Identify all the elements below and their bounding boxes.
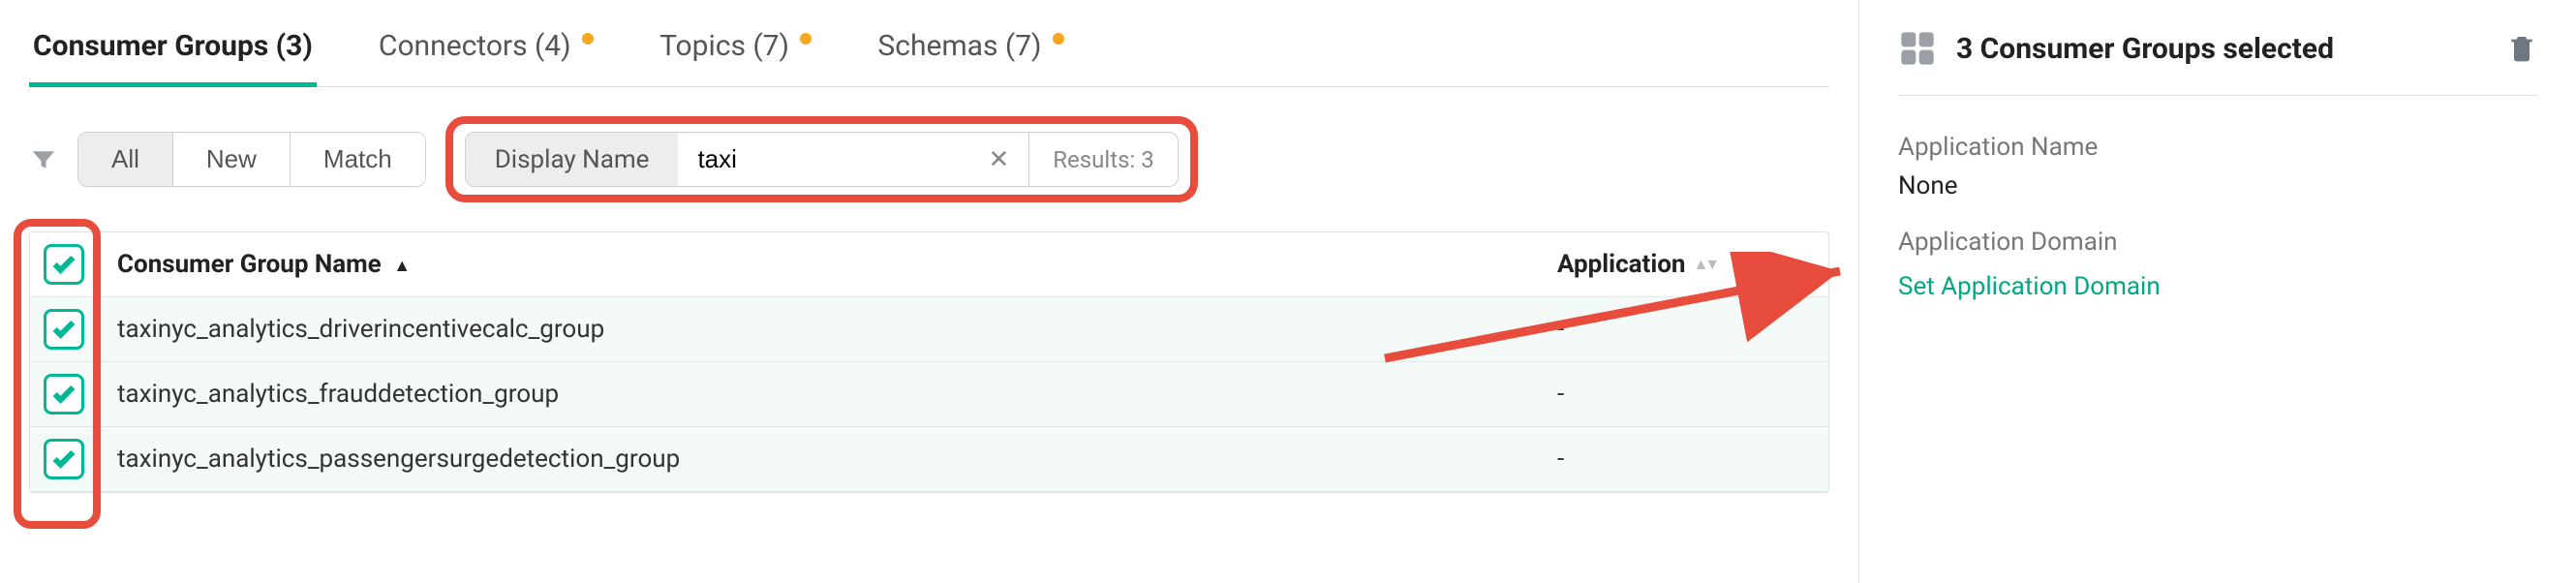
- column-header-application-label: Application: [1557, 250, 1685, 279]
- tab-topics[interactable]: Topics (7): [656, 29, 815, 86]
- row-change-indicator-icon: [29, 445, 30, 474]
- table-row[interactable]: taxinyc_analytics_frauddetection_group -: [30, 362, 1828, 427]
- table-row[interactable]: taxinyc_analytics_driverincentivecalc_gr…: [30, 297, 1828, 362]
- delete-button[interactable]: [2506, 33, 2537, 64]
- table-row[interactable]: taxinyc_analytics_passengersurgedetectio…: [30, 427, 1828, 492]
- check-icon: [50, 381, 77, 408]
- cell-application: -: [1538, 427, 1828, 491]
- row-checkbox[interactable]: [44, 309, 84, 350]
- cell-application: -: [1538, 297, 1828, 361]
- tab-consumer-groups[interactable]: Consumer Groups (3): [29, 29, 317, 87]
- consumer-groups-table: Consumer Group Name ▲ Application ▲▼ tax…: [29, 231, 1829, 493]
- close-icon: ✕: [988, 144, 1009, 173]
- notification-dot-icon: [1053, 33, 1064, 45]
- filter-icon[interactable]: [29, 145, 58, 174]
- search-group: Display Name ✕ Results: 3: [465, 132, 1179, 187]
- column-header-name[interactable]: Consumer Group Name ▲: [98, 232, 1538, 296]
- row-change-indicator-icon: [29, 315, 30, 344]
- tab-label: Consumer Groups (3): [33, 29, 313, 63]
- column-header-name-label: Consumer Group Name: [117, 250, 382, 279]
- tab-label: Schemas (7): [877, 29, 1041, 63]
- filter-segment-group: All New Match: [77, 132, 426, 187]
- notification-dot-icon: [582, 33, 594, 45]
- filter-bar: All New Match Display Name ✕ Results: 3: [29, 87, 1829, 231]
- tabs-bar: Consumer Groups (3) Connectors (4) Topic…: [29, 0, 1829, 87]
- grid-icon: [1898, 29, 1937, 68]
- tab-connectors[interactable]: Connectors (4): [375, 29, 598, 86]
- sidebar-header: 3 Consumer Groups selected: [1898, 29, 2537, 96]
- app-name-value: None: [1898, 171, 2537, 200]
- app-domain-label: Application Domain: [1898, 228, 2537, 257]
- results-count: Results: 3: [1028, 133, 1177, 186]
- sort-asc-icon: ▲: [393, 256, 411, 276]
- sidebar-title: 3 Consumer Groups selected: [1956, 32, 2487, 66]
- search-field-label[interactable]: Display Name: [466, 133, 679, 186]
- check-icon: [50, 316, 77, 343]
- row-checkbox[interactable]: [44, 439, 84, 479]
- row-change-indicator-icon: [29, 380, 30, 409]
- filter-new-button[interactable]: New: [172, 133, 290, 186]
- annotation-highlight-search: Display Name ✕ Results: 3: [445, 116, 1198, 202]
- notification-dot-icon: [800, 33, 812, 45]
- table-header-row: Consumer Group Name ▲ Application ▲▼: [30, 232, 1828, 297]
- tab-label: Topics (7): [659, 29, 789, 63]
- details-sidebar: 3 Consumer Groups selected Application N…: [1859, 0, 2576, 583]
- column-header-application[interactable]: Application ▲▼: [1538, 232, 1828, 296]
- cell-name: taxinyc_analytics_frauddetection_group: [98, 362, 1538, 426]
- row-checkbox[interactable]: [44, 374, 84, 414]
- check-icon: [50, 251, 77, 278]
- tab-label: Connectors (4): [379, 29, 571, 63]
- cell-name: taxinyc_analytics_driverincentivecalc_gr…: [98, 297, 1538, 361]
- search-input[interactable]: [678, 133, 968, 186]
- tab-schemas[interactable]: Schemas (7): [874, 29, 1068, 86]
- filter-match-button[interactable]: Match: [290, 133, 425, 186]
- app-name-label: Application Name: [1898, 133, 2537, 162]
- cell-application: -: [1538, 362, 1828, 426]
- clear-search-button[interactable]: ✕: [968, 133, 1028, 186]
- set-application-domain-link[interactable]: Set Application Domain: [1898, 272, 2537, 301]
- sort-icon: ▲▼: [1693, 255, 1716, 274]
- select-all-checkbox[interactable]: [44, 244, 84, 285]
- filter-all-button[interactable]: All: [78, 133, 172, 186]
- cell-name: taxinyc_analytics_passengersurgedetectio…: [98, 427, 1538, 491]
- check-icon: [50, 445, 77, 473]
